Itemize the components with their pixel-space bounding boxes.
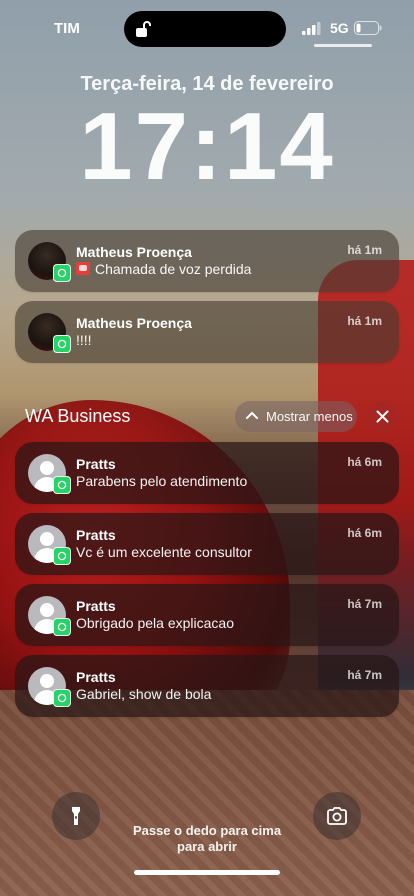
- home-indicator[interactable]: [134, 870, 280, 875]
- chevron-up-icon: [246, 411, 258, 419]
- notification-message: Parabens pelo atendimento: [76, 473, 248, 489]
- notification-sender: Pratts: [76, 527, 116, 543]
- notification-group-title: WA Business: [25, 406, 131, 426]
- notification-message: Chamada de voz perdida: [76, 261, 251, 277]
- notification-card[interactable]: Pratts Obrigado pela explicacao há 7m: [15, 584, 399, 646]
- whatsapp-icon: [53, 476, 71, 494]
- whatsapp-icon: [53, 547, 71, 565]
- notification-card[interactable]: Pratts Parabens pelo atendimento há 6m: [15, 442, 399, 504]
- notification-time: há 7m: [347, 668, 382, 682]
- notification-message: Obrigado pela explicacao: [76, 615, 234, 631]
- dynamic-island: [124, 11, 286, 47]
- notification-time: há 6m: [347, 526, 382, 540]
- notification-message: Vc é um excelente consultor: [76, 544, 252, 560]
- notification-card[interactable]: Matheus Proença !!!! há 1m: [15, 301, 399, 363]
- whatsapp-icon: [53, 335, 71, 353]
- signal-icon: [302, 22, 321, 35]
- close-icon: [376, 410, 389, 423]
- lock-time: 17:14: [79, 93, 335, 200]
- notification-time: há 1m: [347, 314, 382, 328]
- notification-card[interactable]: Pratts Vc é um excelente consultor há 6m: [15, 513, 399, 575]
- notification-sender: Matheus Proença: [76, 244, 192, 260]
- battery-icon: [354, 21, 382, 35]
- lock-screen: TIM 5G Terça-feira, 14 de fevereiro 17:1…: [0, 0, 414, 896]
- notification-sender: Pratts: [76, 669, 116, 685]
- missed-call-icon: [76, 262, 90, 275]
- unlock-hint: Passe o dedo para cima para abrir: [132, 823, 282, 854]
- notification-time: há 6m: [347, 455, 382, 469]
- notification-card[interactable]: Matheus Proença Chamada de voz perdida h…: [15, 230, 399, 292]
- notification-time: há 1m: [347, 243, 382, 257]
- clear-group-button[interactable]: [367, 401, 398, 432]
- status-bar: TIM 5G: [0, 0, 414, 60]
- show-less-button[interactable]: Mostrar menos: [235, 401, 357, 432]
- control-center-indicator[interactable]: [314, 44, 372, 47]
- notification-message: !!!!: [76, 332, 92, 348]
- carrier-label: TIM: [54, 20, 80, 37]
- whatsapp-icon: [53, 264, 71, 282]
- notification-sender: Pratts: [76, 598, 116, 614]
- notification-card[interactable]: Pratts Gabriel, show de bola há 7m: [15, 655, 399, 717]
- notification-sender: Pratts: [76, 456, 116, 472]
- whatsapp-icon: [53, 689, 71, 707]
- show-less-label: Mostrar menos: [266, 409, 353, 424]
- notification-time: há 7m: [347, 597, 382, 611]
- notification-sender: Matheus Proença: [76, 315, 192, 331]
- notification-message: Gabriel, show de bola: [76, 686, 212, 702]
- whatsapp-icon: [53, 618, 71, 636]
- network-label: 5G: [330, 20, 349, 36]
- lock-open-icon: [136, 21, 151, 37]
